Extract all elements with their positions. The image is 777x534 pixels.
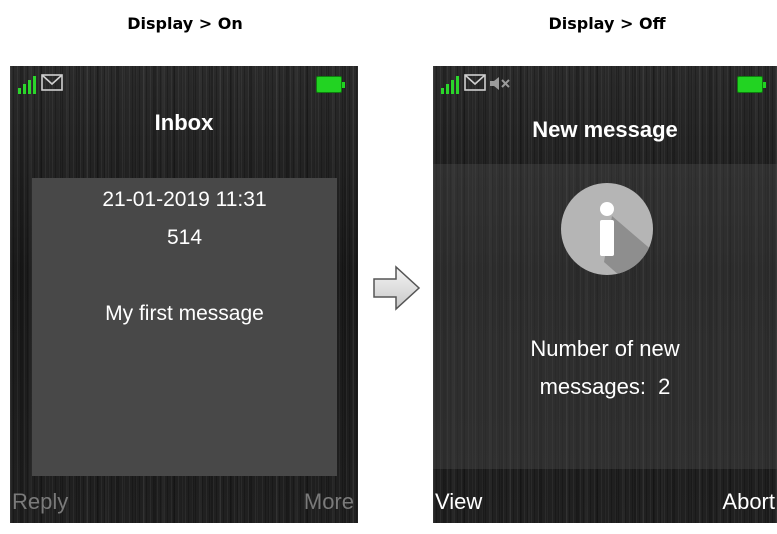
signal-icon [441, 74, 463, 94]
battery-icon [737, 76, 766, 93]
envelope-icon [41, 74, 63, 91]
reply-softkey[interactable]: Reply [12, 489, 68, 515]
mute-icon [490, 77, 510, 90]
caption-display-off: Display > Off [548, 14, 666, 33]
arrow-right-icon [373, 265, 421, 311]
info-icon [561, 183, 653, 275]
screen-title: Inbox [154, 110, 214, 135]
notification-text-line1: Number of new [530, 336, 680, 361]
battery-icon [316, 76, 345, 93]
message-panel: 21-01-2019 11:31 514 My first message [32, 178, 337, 476]
signal-icon [18, 74, 40, 94]
more-softkey[interactable]: More [304, 489, 354, 515]
message-datetime: 21-01-2019 11:31 [102, 188, 267, 211]
screen-title: New message [532, 117, 678, 142]
view-softkey[interactable]: View [435, 489, 482, 515]
caption-display-on: Display > On [127, 14, 243, 33]
phone-screen-inbox: Inbox 21-01-2019 11:31 514 My first mess… [10, 66, 358, 523]
abort-softkey[interactable]: Abort [722, 489, 775, 515]
envelope-icon [464, 74, 486, 91]
phone-screen-new-message: New message Number of new messages: 2 Vi… [433, 66, 777, 523]
notification-text-line2: messages: 2 [539, 374, 671, 399]
message-body: My first message [105, 302, 264, 325]
message-sender: 514 [166, 226, 203, 249]
